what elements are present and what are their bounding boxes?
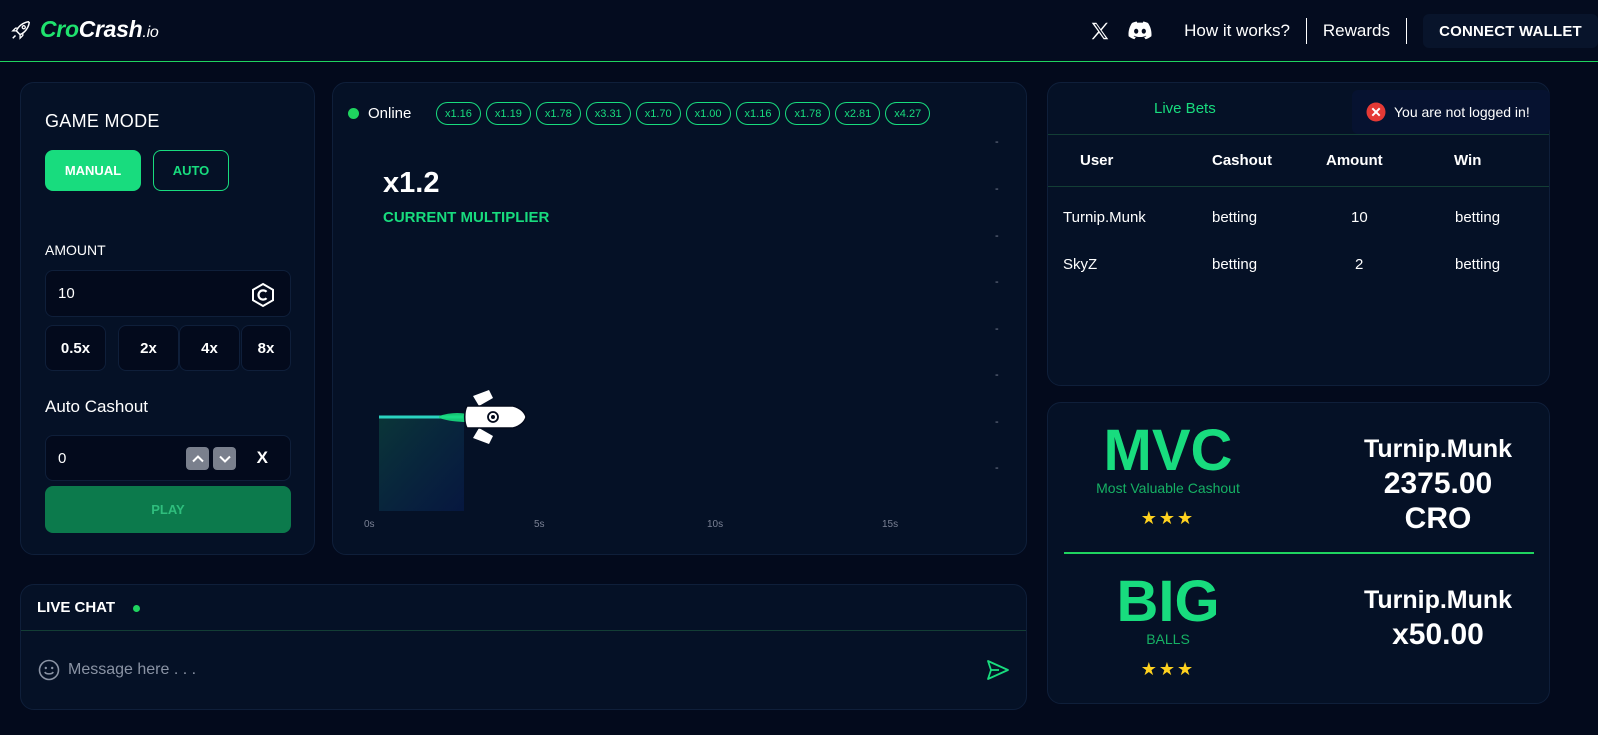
chat-online-indicator [133, 605, 140, 612]
nav-separator [1406, 18, 1407, 44]
cell-amount: 2 [1355, 256, 1364, 273]
logo-cro: Cro [40, 16, 79, 42]
logo-text: CroCrash.io [40, 16, 159, 43]
nav-rewards[interactable]: Rewards [1307, 21, 1406, 41]
cell-win: betting [1455, 256, 1501, 273]
column-header-user: User [1080, 152, 1114, 169]
y-tick: - [995, 230, 999, 242]
auto-cashout-label: Auto Cashout [45, 397, 149, 416]
divider [21, 630, 1026, 631]
emoji-icon[interactable] [38, 659, 60, 681]
leaderboard-panel: MVC Most Valuable Cashout ★★★ Turnip.Mun… [1047, 402, 1550, 704]
nav-how-it-works[interactable]: How it works? [1168, 21, 1306, 41]
rocket-icon [11, 20, 31, 40]
y-tick: - [995, 416, 999, 428]
cell-user: Turnip.Munk [1063, 209, 1146, 226]
discord-icon[interactable] [1128, 19, 1152, 43]
game-mode-panel: GAME MODE MANUAL AUTO AMOUNT 0.5x 2x 4x … [20, 82, 315, 555]
amount-field [45, 270, 291, 317]
live-chat-title: LIVE CHAT [37, 599, 116, 616]
big-user: Turnip.Munk [1363, 586, 1513, 614]
chevron-down-icon [218, 455, 231, 463]
decrement-button[interactable] [213, 447, 236, 470]
column-header-win: Win [1454, 152, 1482, 169]
cro-coin-icon [252, 282, 274, 308]
game-panel: Online x1.16 x1.19 x1.78 x3.31 x1.70 x1.… [332, 82, 1027, 555]
x-icon[interactable] [1088, 19, 1112, 43]
y-tick: - [995, 369, 999, 381]
amount-label: AMOUNT [45, 242, 106, 258]
connect-wallet-button[interactable]: CONNECT WALLET [1423, 14, 1598, 48]
x-tick: 0s [364, 519, 375, 530]
multiplier-4x-button[interactable]: 4x [179, 325, 240, 371]
x-tick: 5s [534, 519, 545, 530]
divider [1048, 134, 1549, 135]
send-icon[interactable] [986, 658, 1010, 682]
cell-amount: 10 [1351, 209, 1368, 226]
cell-cashout: betting [1212, 256, 1258, 273]
y-tick: - [995, 276, 999, 288]
big-multiplier: x50.00 [1392, 618, 1484, 651]
error-icon [1366, 102, 1386, 122]
current-multiplier-label: CURRENT MULTIPLIER [383, 209, 550, 226]
x-tick: 10s [707, 519, 723, 530]
toast-message: You are not logged in! [1394, 104, 1530, 120]
big-subtitle: BALLS [1146, 631, 1190, 647]
divider [1064, 552, 1534, 554]
y-tick: - [995, 183, 999, 195]
mvc-title: MVC [1103, 418, 1233, 483]
multiplier-2x-button[interactable]: 2x [118, 325, 179, 371]
multiplier-0.5x-button[interactable]: 0.5x [45, 325, 106, 371]
tab-live-bets[interactable]: Live Bets [1154, 100, 1216, 117]
cell-cashout: betting [1212, 209, 1258, 226]
cell-user: SkyZ [1063, 256, 1098, 273]
y-tick: - [995, 462, 999, 474]
big-title: BIG [1116, 569, 1220, 634]
manual-mode-button[interactable]: MANUAL [45, 150, 141, 191]
auto-cashout-suffix: X [256, 448, 268, 467]
column-header-cashout: Cashout [1212, 152, 1272, 169]
multiplier-8x-button[interactable]: 8x [241, 325, 291, 371]
header: CroCrash.io How it works? Rewards CONNEC… [0, 0, 1598, 62]
chevron-up-icon [191, 454, 204, 462]
increment-button[interactable] [186, 447, 209, 470]
x-tick: 15s [882, 519, 898, 530]
auto-cashout-field: X [45, 435, 291, 481]
mvc-currency: CRO [1404, 502, 1472, 535]
game-canvas: - - - - - - - - 0s 5s 10s 15s [364, 136, 999, 530]
table-row: SkyZ betting 2 betting [1048, 256, 1549, 300]
mvc-subtitle: Most Valuable Cashout [1096, 480, 1240, 496]
auto-cashout-input[interactable] [58, 450, 178, 467]
top-nav: How it works? Rewards CONNECT WALLET [1088, 0, 1598, 62]
logo[interactable]: CroCrash.io [10, 16, 159, 43]
live-chat-panel: LIVE CHAT [20, 584, 1027, 710]
play-button[interactable]: PLAY [45, 486, 291, 533]
multiplier-area [379, 417, 464, 511]
mvc-stars: ★★★ [1140, 508, 1196, 528]
logo-io: .io [142, 24, 159, 41]
mvc-amount: 2375.00 [1383, 467, 1493, 500]
y-tick: - [995, 323, 999, 335]
current-multiplier: x1.2 [383, 167, 440, 199]
column-header-amount: Amount [1326, 152, 1383, 169]
auto-mode-button[interactable]: AUTO [153, 150, 229, 191]
table-row: Turnip.Munk betting 10 betting [1048, 209, 1549, 253]
mvc-user: Turnip.Munk [1363, 435, 1513, 463]
logo-crash: Crash [78, 16, 143, 42]
amount-input[interactable] [58, 285, 228, 302]
big-stars: ★★★ [1140, 659, 1196, 679]
login-warning-toast: You are not logged in! [1352, 90, 1550, 134]
divider [1048, 186, 1549, 187]
chat-message-input[interactable] [68, 661, 928, 679]
game-mode-title: GAME MODE [45, 111, 160, 131]
y-tick: - [995, 136, 999, 148]
cell-win: betting [1455, 209, 1501, 226]
